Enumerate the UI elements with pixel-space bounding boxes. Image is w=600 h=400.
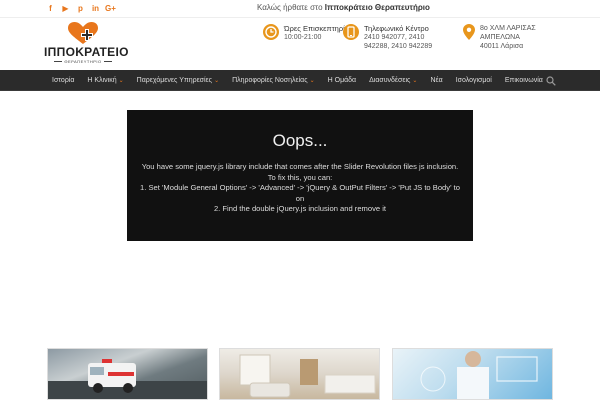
nav-item-label: Διασυνδέσεις [369, 77, 411, 84]
hospital-room-illustration [239, 354, 376, 398]
clock-icon [263, 24, 279, 40]
ambulance-illustration [48, 359, 207, 399]
doctor-technology-image[interactable] [392, 348, 553, 400]
chevron-down-icon: ⌄ [412, 78, 418, 84]
nav-item-label: Η Ομάδα [327, 77, 357, 84]
facebook-icon[interactable]: f [43, 3, 58, 13]
search-icon[interactable] [546, 76, 556, 86]
nav-item-label: Επικοινωνία [504, 77, 543, 84]
pinterest-icon[interactable]: p [73, 3, 88, 13]
heart-cross-logo-icon [68, 22, 98, 44]
nav-item-label: Νέα [430, 77, 443, 84]
linkedin-icon[interactable]: in [88, 3, 103, 13]
error-message: You have some jquery.js library include … [135, 162, 465, 215]
nav-item-label: Πληροφορίες Νοσηλείας [232, 77, 308, 84]
phone-center: Τηλεφωνικό Κέντρο 2410 942077, 2410 9422… [343, 24, 432, 51]
nav-item-balance-sheets[interactable]: Ισολογισμοί [456, 77, 492, 84]
nav-item-label: Η Κλινική [87, 77, 117, 84]
phone-title: Τηλεφωνικό Κέντρο [364, 24, 429, 33]
slider-error-box: Oops... You have some jquery.js library … [127, 110, 473, 241]
nav-item-connections[interactable]: Διασυνδέσεις ⌄ [369, 77, 417, 84]
chevron-down-icon: ⌄ [118, 78, 124, 84]
ambulance-image[interactable] [47, 348, 208, 400]
nav-item-team[interactable]: Η Ομάδα [328, 77, 356, 84]
nav-item-label: Ιστορία [52, 77, 75, 84]
google-plus-icon[interactable]: G+ [103, 3, 118, 13]
address-line-2: ΑΜΠΕΛΩΝΑ [480, 34, 520, 41]
error-line-3: 1. Set 'Module General Options' -> 'Adva… [140, 183, 460, 203]
nav-item-news[interactable]: Νέα [430, 77, 442, 84]
chevron-down-icon: ⌄ [309, 78, 315, 84]
nav-item-services[interactable]: Παρεχόμενες Υπηρεσίες ⌄ [137, 77, 219, 84]
phone-line-1[interactable]: 2410 942077, 2410 [364, 33, 432, 42]
error-line-4: 2. Find the double jQuery.js inclusion a… [213, 204, 387, 213]
nav-item-clinic[interactable]: Η Κλινική ⌄ [87, 77, 123, 84]
address: 8ο ΧΛΜ ΛΑΡΙΣΑΣ ΑΜΠΕΛΩΝΑ 40011 Λάρισα [463, 24, 536, 51]
welcome-name: Ιπποκράτειο Θεραπευτήριο [324, 3, 430, 12]
nav-item-hospitalization-info[interactable]: Πληροφορίες Νοσηλείας ⌄ [232, 77, 315, 84]
logo-subtitle: ΘΕΡΑΠΕΥΤΗΡΙΟ [48, 59, 118, 64]
phone-icon [343, 24, 359, 40]
error-title: Oops... [272, 131, 328, 150]
chevron-down-icon: ⌄ [214, 78, 220, 84]
error-line-2: To fix this, you can: [267, 172, 333, 182]
main-nav: Ιστορία Η Κλινική ⌄ Παρεχόμενες Υπηρεσίες… [0, 70, 600, 91]
phone-line-2[interactable]: 942288, 2410 942289 [364, 42, 432, 51]
top-bar: f ▶ p in G+ Καλώς ήρθατε στο Ιπποκράτειο… [0, 0, 600, 17]
error-line-1: You have some jquery.js library include … [141, 162, 459, 171]
social-links: f ▶ p in G+ [43, 3, 118, 13]
address-line-3: 40011 Λάρισα [480, 43, 524, 50]
nav-item-contact[interactable]: Επικοινωνία [505, 77, 543, 84]
logo-title: ΙΠΠΟΚΡΑΤΕΙΟ [44, 45, 129, 59]
map-pin-icon [463, 24, 475, 40]
doctor-technology-illustration [420, 351, 538, 399]
nav-item-label: Παρεχόμενες Υπηρεσίες [136, 77, 213, 84]
hospital-room-image[interactable] [219, 348, 380, 400]
youtube-icon[interactable]: ▶ [58, 3, 73, 13]
address-line-1: 8ο ΧΛΜ ΛΑΡΙΣΑΣ [480, 25, 536, 32]
site-header: ΙΠΠΟΚΡΑΤΕΙΟ ΘΕΡΑΠΕΥΤΗΡΙΟ Ώρες Επισκεπτηρ… [0, 17, 600, 70]
nav-item-history[interactable]: Ιστορία [52, 77, 74, 84]
welcome-text: Καλώς ήρθατε στο Ιπποκράτειο Θεραπευτήρι… [257, 3, 430, 12]
visiting-hours: Ώρες Επισκεπτηρίου 10:00-21:00 [263, 24, 353, 42]
welcome-prefix: Καλώς ήρθατε στο [257, 3, 323, 12]
site-logo[interactable]: ΙΠΠΟΚΡΑΤΕΙΟ ΘΕΡΑΠΕΥΤΗΡΙΟ [44, 22, 129, 66]
nav-item-label: Ισολογισμοί [455, 77, 492, 84]
